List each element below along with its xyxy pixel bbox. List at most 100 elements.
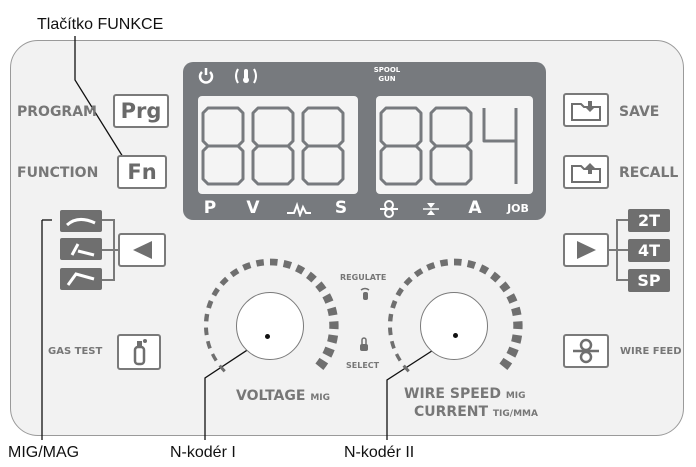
dial-tick bbox=[511, 334, 523, 344]
recall-folder-icon bbox=[571, 163, 601, 183]
dial-tick bbox=[402, 364, 410, 373]
function-label: FUNCTION bbox=[17, 165, 99, 181]
left-seven-segment-digits bbox=[201, 106, 345, 186]
recall-button[interactable] bbox=[563, 155, 609, 189]
dial-tick bbox=[489, 271, 501, 283]
mma-mode-button[interactable] bbox=[60, 268, 102, 290]
dial-tick bbox=[242, 262, 252, 271]
dial-tick bbox=[322, 293, 334, 304]
indicator-p: P bbox=[203, 198, 217, 218]
current-text: CURRENT bbox=[414, 404, 489, 420]
gas-cylinder-icon bbox=[133, 339, 147, 366]
mig-mode-button[interactable] bbox=[60, 210, 102, 232]
dial-tick bbox=[204, 327, 209, 336]
left-arrow-icon bbox=[133, 241, 152, 259]
dial-tick bbox=[229, 268, 240, 278]
display-panel: SPOOL GUN P V S A JOB bbox=[183, 62, 546, 220]
power-icon bbox=[198, 68, 214, 84]
dial-tick bbox=[255, 259, 265, 267]
recall-label: RECALL bbox=[619, 165, 679, 181]
save-label: SAVE bbox=[619, 104, 660, 120]
indicator-v: V bbox=[246, 198, 260, 218]
program-label: PROGRAM bbox=[17, 104, 97, 120]
inductance-icon bbox=[287, 201, 311, 217]
wire-speed-knob-center bbox=[453, 333, 458, 338]
dial-tick bbox=[282, 259, 293, 269]
select-hand-icon bbox=[360, 337, 368, 351]
dial-tick bbox=[439, 259, 449, 267]
dial-tick bbox=[394, 353, 402, 362]
tig-mode-button[interactable] bbox=[60, 238, 102, 260]
gas-test-label: GAS TEST bbox=[48, 346, 103, 357]
dial-tick bbox=[390, 299, 398, 309]
dial-tick bbox=[499, 281, 511, 293]
dial-tick bbox=[511, 306, 522, 317]
mode-4t-button[interactable]: 4T bbox=[628, 239, 670, 262]
dial-tick bbox=[413, 268, 424, 278]
current-label: CURRENT TIG/MMA bbox=[414, 404, 538, 420]
dial-tick bbox=[388, 313, 394, 322]
right-arrow-icon bbox=[577, 241, 596, 259]
voltage-text: VOLTAGE bbox=[236, 388, 306, 404]
dial-tick bbox=[210, 353, 218, 362]
function-key-label: Fn bbox=[127, 160, 157, 184]
regulate-label: REGULATE bbox=[340, 273, 387, 282]
indicator-job: JOB bbox=[507, 202, 529, 215]
voltage-suffix: MIG bbox=[310, 393, 331, 403]
dial-tick bbox=[327, 334, 339, 344]
dial-tick bbox=[506, 346, 519, 358]
mode-2t-button[interactable]: 2T bbox=[628, 209, 670, 232]
arc-force-icon bbox=[423, 203, 439, 215]
mma-electrode-icon bbox=[66, 272, 95, 286]
thermal-warning-icon bbox=[235, 68, 257, 84]
wire-speed-suffix: MIG bbox=[505, 391, 526, 401]
voltage-encoder-knob[interactable] bbox=[236, 292, 304, 360]
dial-tick bbox=[315, 357, 329, 370]
dial-tick bbox=[499, 357, 513, 370]
wire-speed-label: WIRE SPEED MIG bbox=[404, 386, 526, 402]
dial-tick bbox=[395, 287, 404, 297]
dial-tick bbox=[478, 264, 490, 275]
dial-tick bbox=[218, 364, 226, 373]
wire-feed-indicator-icon bbox=[380, 200, 398, 218]
dial-tick bbox=[466, 259, 477, 269]
voltage-knob-center bbox=[265, 334, 270, 339]
right-arrow-button[interactable] bbox=[563, 233, 609, 267]
dial-tick bbox=[206, 299, 214, 309]
wire-speed-text: WIRE SPEED bbox=[404, 386, 501, 402]
voltage-label: VOLTAGE MIG bbox=[236, 388, 330, 404]
program-key-label: Prg bbox=[120, 99, 162, 123]
select-label: SELECT bbox=[346, 361, 380, 370]
current-suffix: TIG/MMA bbox=[492, 409, 538, 419]
tig-torch-icon bbox=[70, 243, 95, 257]
dial-tick bbox=[211, 287, 220, 297]
function-button[interactable]: Fn bbox=[117, 155, 167, 189]
wire-feed-icon bbox=[573, 338, 599, 364]
save-button[interactable] bbox=[563, 93, 609, 127]
gas-test-button[interactable] bbox=[117, 334, 161, 370]
program-button[interactable]: Prg bbox=[113, 94, 169, 128]
dial-tick bbox=[206, 340, 212, 350]
wire-speed-encoder-knob[interactable] bbox=[420, 292, 488, 360]
dial-tick bbox=[219, 276, 229, 286]
dial-tick bbox=[327, 306, 338, 317]
dial-tick bbox=[388, 327, 393, 336]
wire-feed-label: WIRE FEED bbox=[620, 346, 682, 357]
left-readout bbox=[198, 96, 358, 194]
spool-gun-indicator: SPOOL GUN bbox=[373, 66, 401, 83]
wire-feed-button[interactable] bbox=[563, 334, 609, 368]
save-folder-icon bbox=[571, 101, 601, 121]
dial-tick bbox=[390, 340, 396, 350]
dial-tick bbox=[403, 276, 413, 286]
dial-tick bbox=[305, 271, 317, 283]
right-readout bbox=[376, 96, 533, 194]
indicator-s: S bbox=[334, 198, 348, 218]
left-arrow-button[interactable] bbox=[118, 233, 166, 267]
dial-tick bbox=[426, 262, 436, 271]
dial-tick bbox=[322, 346, 335, 358]
mode-sp-button[interactable]: SP bbox=[628, 269, 670, 292]
mig-torch-icon bbox=[65, 218, 96, 227]
right-seven-segment-digits bbox=[379, 106, 518, 186]
dial-tick bbox=[294, 264, 306, 275]
indicator-a: A bbox=[468, 198, 482, 218]
